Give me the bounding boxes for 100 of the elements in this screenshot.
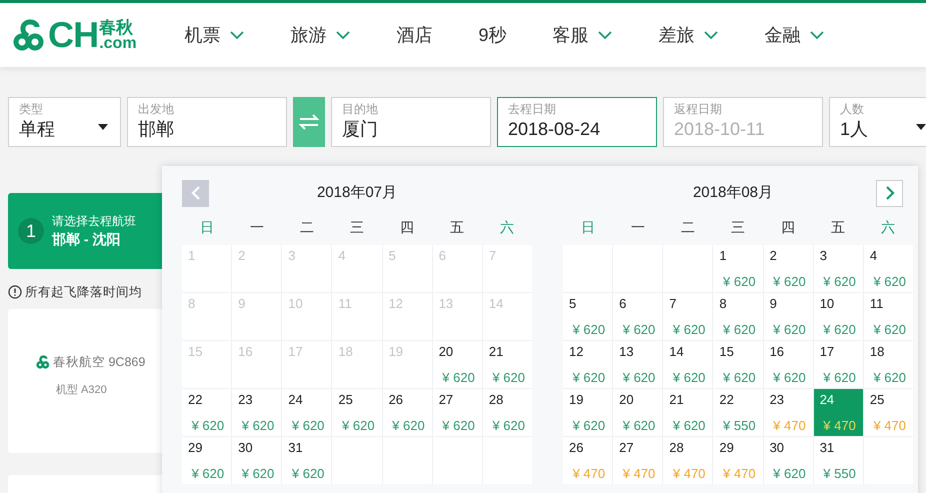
calendar-day[interactable]: 4 ¥ 620	[864, 245, 913, 292]
calendar-day[interactable]: 12 ¥ 620	[563, 341, 612, 388]
calendar-day: 15	[182, 341, 232, 388]
calendar-day: 9	[232, 293, 282, 340]
weekday-label: 日	[199, 218, 215, 236]
next-month-button[interactable]	[876, 180, 903, 206]
calendar-day[interactable]: 24 ¥ 470	[814, 389, 863, 436]
dropdown-caret-icon	[916, 124, 926, 130]
field-label: 返程日期	[674, 102, 723, 116]
nav-link[interactable]: 差旅	[658, 22, 719, 48]
calendar-day: 16	[232, 341, 282, 388]
calendar-day[interactable]: 18 ¥ 620	[864, 341, 913, 388]
calendar-day: 13	[432, 293, 482, 340]
calendar-day[interactable]: 21 ¥ 620	[663, 389, 712, 436]
nav-link[interactable]: 酒店	[396, 22, 433, 48]
info-icon	[8, 285, 22, 299]
calendar-day[interactable]: 6 ¥ 620	[613, 293, 662, 340]
calendar-day[interactable]: 25 ¥ 620	[332, 389, 382, 436]
search-field[interactable]: 类型 单程	[8, 97, 121, 147]
calendar-day[interactable]: 28 ¥ 470	[663, 437, 712, 484]
calendar-day[interactable]: 28 ¥ 620	[482, 389, 532, 436]
month-title: 2018年08月	[692, 182, 774, 203]
step-route: 邯郸 - 沈阳	[52, 230, 122, 249]
calendar-day[interactable]: 19 ¥ 620	[563, 389, 612, 436]
airline-flight: 春秋航空 9C869	[53, 354, 146, 371]
weekday-label: 四	[399, 218, 415, 236]
step-title: 请选择去程航班	[52, 213, 136, 229]
calendar-day[interactable]: 14 ¥ 620	[663, 341, 712, 388]
calendar-day[interactable]: 8 ¥ 620	[713, 293, 763, 340]
calendar-day: 5	[382, 245, 432, 292]
calendar-day[interactable]: 22 ¥ 550	[713, 389, 763, 436]
nav-link[interactable]: 客服	[552, 22, 613, 48]
calendar-day: 19	[382, 341, 432, 388]
calendar-day[interactable]: 22 ¥ 620	[182, 389, 232, 436]
field-value: 2018-08-24	[508, 118, 602, 141]
notice-text: 所有起飞降落时间均	[25, 284, 142, 301]
calendar-day[interactable]: 29 ¥ 620	[182, 437, 232, 484]
aircraft-type: 机型 A320	[56, 382, 108, 398]
weekday-label: 二	[680, 218, 696, 236]
previous-month-button[interactable]	[182, 180, 209, 206]
calendar-day[interactable]: 25 ¥ 470	[864, 389, 913, 436]
calendar-day[interactable]: 9 ¥ 620	[764, 293, 813, 340]
calendar-day[interactable]: 27 ¥ 620	[432, 389, 482, 436]
calendar-day: 12	[382, 293, 432, 340]
calendar-day[interactable]: 2 ¥ 620	[764, 245, 813, 292]
weekday-label: 二	[299, 218, 315, 236]
calendar-day: 10	[282, 293, 332, 340]
swap-button[interactable]	[293, 97, 325, 147]
logo-letters: CH	[48, 17, 98, 53]
calendar-day[interactable]: 31 ¥ 550	[814, 437, 863, 484]
field-value: 单程	[19, 118, 56, 141]
calendar-day[interactable]: 30 ¥ 620	[232, 437, 282, 484]
calendar-day[interactable]: 30 ¥ 620	[764, 437, 813, 484]
calendar-day[interactable]: 27 ¥ 470	[613, 437, 662, 484]
calendar-day[interactable]: 13 ¥ 620	[613, 341, 662, 388]
calendar-day[interactable]: 7 ¥ 620	[663, 293, 712, 340]
calendar-day: 14	[482, 293, 532, 340]
calendar-day[interactable]: 20 ¥ 620	[613, 389, 662, 436]
weekday-label: 日	[580, 218, 596, 236]
nav-link[interactable]: 9秒	[478, 22, 507, 48]
nav-link[interactable]: 旅游	[290, 22, 351, 48]
calendar-day[interactable]: 31 ¥ 620	[282, 437, 332, 484]
search-field[interactable]: 去程日期 2018-08-24	[497, 97, 657, 147]
calendar-day[interactable]: 26 ¥ 470	[563, 437, 612, 484]
calendar-day[interactable]: 10 ¥ 620	[814, 293, 863, 340]
calendar-day: 4	[332, 245, 382, 292]
chevron-left-icon	[190, 186, 200, 200]
calendar-day[interactable]: 20 ¥ 620	[432, 341, 482, 388]
calendar-day[interactable]: 15 ¥ 620	[713, 341, 763, 388]
calendar-day[interactable]: 16 ¥ 620	[764, 341, 813, 388]
calendar-day[interactable]: 23 ¥ 470	[764, 389, 813, 436]
calendar-day[interactable]: 1 ¥ 620	[713, 245, 763, 292]
calendar-day[interactable]: 23 ¥ 620	[232, 389, 282, 436]
logo-icon	[12, 18, 46, 52]
search-field[interactable]: 出发地 邯郸	[127, 97, 287, 147]
search-field[interactable]: 人数 1人	[829, 97, 926, 147]
calendar-day[interactable]: 21 ¥ 620	[482, 341, 532, 388]
calendar-day[interactable]: 17 ¥ 620	[814, 341, 863, 388]
field-value: 厦门	[342, 118, 379, 141]
nav-link[interactable]: 机票	[184, 22, 245, 48]
calendar-day[interactable]: 3 ¥ 620	[814, 245, 863, 292]
calendar-day[interactable]: 29 ¥ 470	[713, 437, 763, 484]
calendar-day[interactable]: 5 ¥ 620	[563, 293, 612, 340]
calendar-day[interactable]: 26 ¥ 620	[382, 389, 432, 436]
calendar-day: 3	[282, 245, 332, 292]
field-label: 出发地	[138, 102, 175, 116]
weekday-label: 五	[830, 218, 846, 236]
calendar-day[interactable]: 24 ¥ 620	[282, 389, 332, 436]
field-value: 邯郸	[138, 118, 175, 141]
search-field[interactable]: 目的地 厦门	[331, 97, 491, 147]
calendar-day[interactable]: 11 ¥ 620	[864, 293, 913, 340]
calendar-day: 8	[182, 293, 232, 340]
swap-icon	[298, 113, 320, 131]
step-number: 1	[18, 218, 44, 244]
field-placeholder: 2018-10-11	[674, 118, 766, 141]
field-label: 人数	[840, 102, 865, 116]
calendar-day: 17	[282, 341, 332, 388]
weekday-label: 六	[880, 218, 896, 236]
weekday-label: 四	[780, 218, 796, 236]
nav-link[interactable]: 金融	[764, 22, 825, 48]
